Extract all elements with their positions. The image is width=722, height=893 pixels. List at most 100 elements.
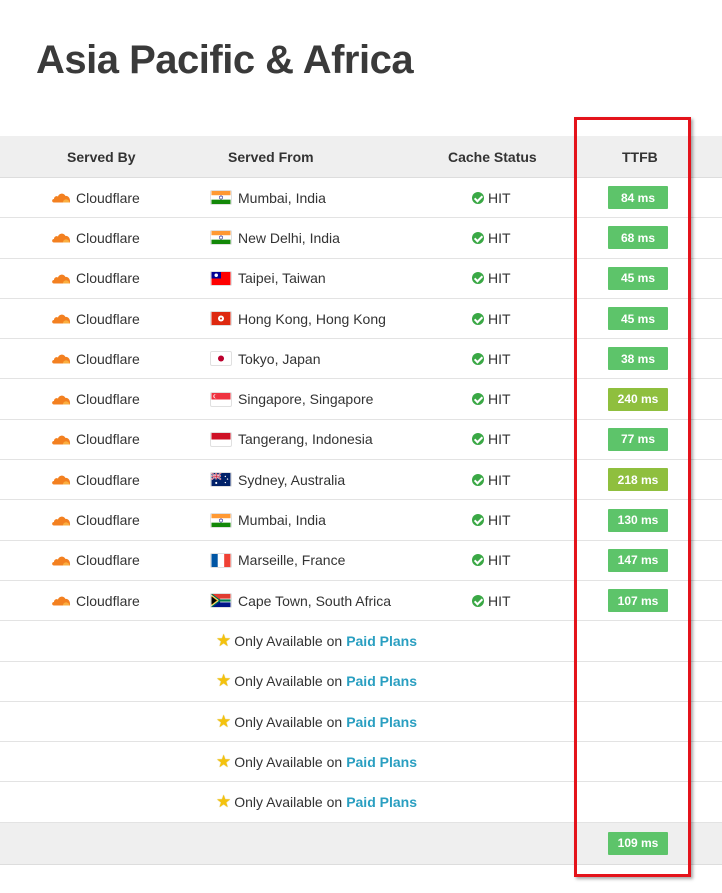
star-icon: ★ <box>216 630 232 650</box>
ttfb-badge: 45 ms <box>608 266 668 290</box>
table-header: Served By Served From Cache Status TTFB <box>0 136 722 178</box>
paid-plan-notice: ★ Only Available on Paid Plans <box>216 782 417 821</box>
status-cell: HIT <box>472 581 511 620</box>
status-cell: HIT <box>472 541 511 580</box>
check-circle-icon <box>472 312 484 325</box>
ttfb-cell: 45 ms <box>608 299 668 338</box>
ttfb-cell: 68 ms <box>608 218 668 257</box>
status-cell: HIT <box>472 379 511 418</box>
location-cell: Hong Kong, Hong Kong <box>210 299 386 338</box>
provider-name: Cloudflare <box>76 552 140 569</box>
paid-plans-link[interactable]: Paid Plans <box>346 633 417 649</box>
ttfb-cell: 107 ms <box>608 581 668 620</box>
provider-name: Cloudflare <box>76 189 140 206</box>
check-circle-icon <box>472 433 484 446</box>
table-row: Cloudflare Tokyo, Japan HIT 38 ms <box>0 339 722 380</box>
paid-plans-link[interactable]: Paid Plans <box>346 794 417 810</box>
ttfb-badge: 147 ms <box>608 548 668 572</box>
check-circle-icon <box>472 514 484 527</box>
table-row: Cloudflare Cape Town, South Africa HIT 107 … <box>0 581 722 622</box>
paid-plan-text: Only Available on <box>234 753 343 770</box>
paid-plans-link[interactable]: Paid Plans <box>346 673 417 689</box>
provider-name: Cloudflare <box>76 350 140 367</box>
provider-cell: Cloudflare <box>51 339 140 378</box>
check-circle-icon <box>472 594 484 607</box>
paid-plan-row: ★ Only Available on Paid Plans <box>0 621 722 662</box>
ttfb-cell: 240 ms <box>608 379 668 418</box>
australia-flag-icon <box>210 472 232 488</box>
check-circle-icon <box>472 393 484 406</box>
cloudflare-icon <box>51 232 71 243</box>
check-circle-icon <box>472 191 484 204</box>
paid-plan-text: Only Available on <box>234 632 343 649</box>
paid-plan-row: ★ Only Available on Paid Plans <box>0 702 722 743</box>
location-cell: Singapore, Singapore <box>210 379 373 418</box>
location-cell: Cape Town, South Africa <box>210 581 391 620</box>
cloudflare-icon <box>51 555 71 566</box>
provider-cell: Cloudflare <box>51 420 140 459</box>
france-flag-icon <box>210 552 232 568</box>
check-circle-icon <box>472 473 484 486</box>
japan-flag-icon <box>210 351 232 367</box>
cache-status: HIT <box>488 189 511 206</box>
ttfb-badge: 218 ms <box>608 468 668 492</box>
paid-plans-link[interactable]: Paid Plans <box>346 754 417 770</box>
location-name: Hong Kong, Hong Kong <box>238 310 386 327</box>
paid-plans-link[interactable]: Paid Plans <box>346 714 417 730</box>
ttfb-badge: 84 ms <box>608 186 668 210</box>
provider-name: Cloudflare <box>76 471 140 488</box>
taiwan-flag-icon <box>210 270 232 286</box>
provider-name: Cloudflare <box>76 310 140 327</box>
ttfb-cell: 218 ms <box>608 460 668 499</box>
header-served-by: Served By <box>67 148 136 165</box>
location-name: Mumbai, India <box>238 512 326 529</box>
header-served-from: Served From <box>228 148 314 165</box>
location-cell: New Delhi, India <box>210 218 340 257</box>
star-icon: ★ <box>216 671 232 691</box>
location-name: Taipei, Taiwan <box>238 270 326 287</box>
provider-cell: Cloudflare <box>51 541 140 580</box>
cache-status: HIT <box>488 471 511 488</box>
provider-name: Cloudflare <box>76 592 140 609</box>
provider-cell: Cloudflare <box>51 178 140 217</box>
ttfb-cell: 77 ms <box>608 420 668 459</box>
location-cell: Tangerang, Indonesia <box>210 420 373 459</box>
paid-plan-notice: ★ Only Available on Paid Plans <box>216 702 417 741</box>
cloudflare-icon <box>51 474 71 485</box>
status-cell: HIT <box>472 420 511 459</box>
provider-name: Cloudflare <box>76 229 140 246</box>
cloudflare-icon <box>51 273 71 284</box>
cache-status: HIT <box>488 592 511 609</box>
location-name: Sydney, Australia <box>238 471 346 488</box>
cloudflare-icon <box>51 353 71 364</box>
location-name: Tangerang, Indonesia <box>238 431 373 448</box>
table-row: Cloudflare Mumbai, India HIT 130 ms <box>0 500 722 541</box>
table-row: Cloudflare Hong Kong, Hong Kong HIT 45 ms <box>0 299 722 340</box>
provider-cell: Cloudflare <box>51 500 140 539</box>
location-cell: Tokyo, Japan <box>210 339 321 378</box>
india-flag-icon <box>210 512 232 528</box>
cloudflare-icon <box>51 394 71 405</box>
cloudflare-icon <box>51 434 71 445</box>
star-icon: ★ <box>216 792 232 812</box>
hong-kong-flag-icon <box>210 311 232 327</box>
location-cell: Mumbai, India <box>210 500 326 539</box>
cache-status: HIT <box>488 552 511 569</box>
singapore-flag-icon <box>210 391 232 407</box>
ttfb-badge: 130 ms <box>608 508 668 532</box>
cloudflare-icon <box>51 515 71 526</box>
cache-status: HIT <box>488 310 511 327</box>
check-circle-icon <box>472 554 484 567</box>
status-cell: HIT <box>472 339 511 378</box>
location-cell: Marseille, France <box>210 541 345 580</box>
provider-cell: Cloudflare <box>51 299 140 338</box>
paid-plan-row: ★ Only Available on Paid Plans <box>0 742 722 783</box>
header-cache-status: Cache Status <box>448 148 537 165</box>
star-icon: ★ <box>216 751 232 771</box>
provider-cell: Cloudflare <box>51 259 140 298</box>
average-ttfb-badge: 109 ms <box>608 831 668 855</box>
provider-cell: Cloudflare <box>51 379 140 418</box>
ttfb-badge: 107 ms <box>608 589 668 613</box>
india-flag-icon <box>210 190 232 206</box>
location-cell: Taipei, Taiwan <box>210 259 326 298</box>
